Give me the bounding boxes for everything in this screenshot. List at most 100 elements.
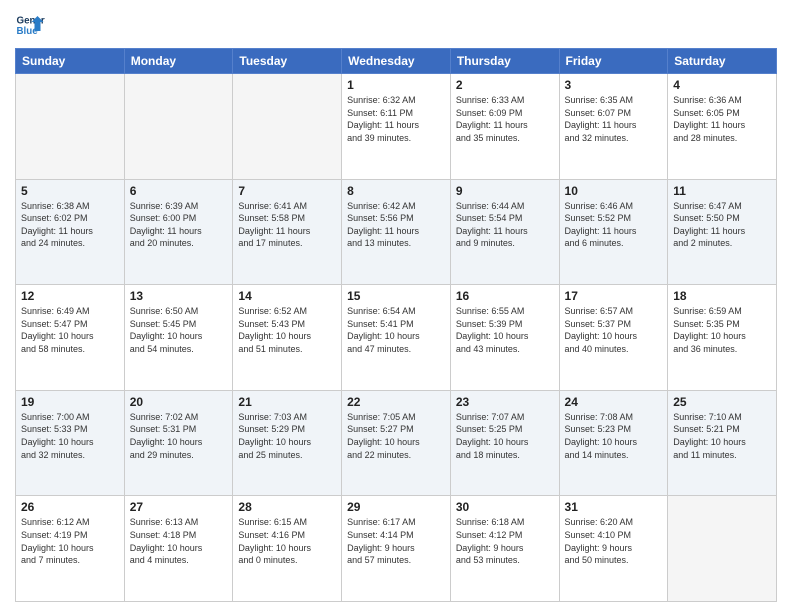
day-info: Sunrise: 7:03 AM Sunset: 5:29 PM Dayligh… [238,411,336,461]
day-info: Sunrise: 6:12 AM Sunset: 4:19 PM Dayligh… [21,516,119,566]
weekday-header-thursday: Thursday [450,49,559,74]
day-number: 22 [347,395,445,409]
weekday-header-row: SundayMondayTuesdayWednesdayThursdayFrid… [16,49,777,74]
calendar-cell: 23Sunrise: 7:07 AM Sunset: 5:25 PM Dayli… [450,390,559,496]
calendar-cell [233,74,342,180]
calendar-cell: 7Sunrise: 6:41 AM Sunset: 5:58 PM Daylig… [233,179,342,285]
calendar-cell [16,74,125,180]
calendar-cell: 18 Sunrise: 6:59 AM Sunset: 5:35 PM Dayli… [668,285,777,391]
day-info: Sunrise: 6:57 AM Sunset: 5:37 PM Dayligh… [565,305,663,355]
calendar-cell: 16Sunrise: 6:55 AM Sunset: 5:39 PM Dayli… [450,285,559,391]
calendar-cell: 1 Sunrise: 6:32 AM Sunset: 6:11 PM Daylig… [342,74,451,180]
calendar-cell: 27 Sunrise: 6:13 AM Sunset: 4:18 PM Dayli… [124,496,233,602]
day-number: 17 [565,289,663,303]
calendar-week-4: 26 Sunrise: 6:12 AM Sunset: 4:19 PM Dayli… [16,496,777,602]
calendar-cell: 25Sunrise: 7:10 AM Sunset: 5:21 PM Dayli… [668,390,777,496]
day-info: Sunrise: 6:50 AM Sunset: 5:45 PM Dayligh… [130,305,228,355]
calendar-cell: 24 Sunrise: 7:08 AM Sunset: 5:23 PM Dayli… [559,390,668,496]
calendar-cell: 22 Sunrise: 7:05 AM Sunset: 5:27 PM Dayli… [342,390,451,496]
day-info: Sunrise: 7:07 AM Sunset: 5:25 PM Dayligh… [456,411,554,461]
day-info: Sunrise: 7:00 AM Sunset: 5:33 PM Dayligh… [21,411,119,461]
calendar-cell: 15 Sunrise: 6:54 AM Sunset: 5:41 PM Dayli… [342,285,451,391]
weekday-header-tuesday: Tuesday [233,49,342,74]
day-info: Sunrise: 6:17 AM Sunset: 4:14 PM Dayligh… [347,516,445,566]
day-info: Sunrise: 6:36 AM Sunset: 6:05 PM Dayligh… [673,94,771,144]
calendar-cell: 9Sunrise: 6:44 AM Sunset: 5:54 PM Daylig… [450,179,559,285]
day-number: 5 [21,184,119,198]
day-number: 12 [21,289,119,303]
calendar-cell: 8Sunrise: 6:42 AM Sunset: 5:56 PM Daylig… [342,179,451,285]
header: General Blue [15,10,777,40]
day-number: 4 [673,78,771,92]
day-number: 10 [565,184,663,198]
day-info: Sunrise: 6:54 AM Sunset: 5:41 PM Dayligh… [347,305,445,355]
calendar-cell [668,496,777,602]
calendar-week-1: 5 Sunrise: 6:38 AM Sunset: 6:02 PM Daylig… [16,179,777,285]
day-info: Sunrise: 6:55 AM Sunset: 5:39 PM Dayligh… [456,305,554,355]
day-number: 3 [565,78,663,92]
day-number: 28 [238,500,336,514]
calendar-cell: 19 Sunrise: 7:00 AM Sunset: 5:33 PM Dayli… [16,390,125,496]
day-number: 11 [673,184,771,198]
day-number: 19 [21,395,119,409]
day-info: Sunrise: 6:32 AM Sunset: 6:11 PM Dayligh… [347,94,445,144]
day-info: Sunrise: 6:20 AM Sunset: 4:10 PM Dayligh… [565,516,663,566]
day-number: 15 [347,289,445,303]
day-info: Sunrise: 6:44 AM Sunset: 5:54 PM Dayligh… [456,200,554,250]
calendar-cell: 10 Sunrise: 6:46 AM Sunset: 5:52 PM Dayli… [559,179,668,285]
day-number: 26 [21,500,119,514]
calendar-cell: 4 Sunrise: 6:36 AM Sunset: 6:05 PM Daylig… [668,74,777,180]
day-number: 1 [347,78,445,92]
calendar-cell: 13 Sunrise: 6:50 AM Sunset: 5:45 PM Dayli… [124,285,233,391]
logo: General Blue [15,10,49,40]
calendar-cell: 17 Sunrise: 6:57 AM Sunset: 5:37 PM Dayli… [559,285,668,391]
day-info: Sunrise: 7:02 AM Sunset: 5:31 PM Dayligh… [130,411,228,461]
page: General Blue SundayMondayTuesdayWednesda… [0,0,792,612]
day-info: Sunrise: 6:59 AM Sunset: 5:35 PM Dayligh… [673,305,771,355]
day-number: 27 [130,500,228,514]
day-number: 24 [565,395,663,409]
day-info: Sunrise: 6:39 AM Sunset: 6:00 PM Dayligh… [130,200,228,250]
calendar-week-2: 12 Sunrise: 6:49 AM Sunset: 5:47 PM Dayli… [16,285,777,391]
calendar-cell: 11 Sunrise: 6:47 AM Sunset: 5:50 PM Dayli… [668,179,777,285]
day-number: 8 [347,184,445,198]
calendar-cell: 3 Sunrise: 6:35 AM Sunset: 6:07 PM Daylig… [559,74,668,180]
day-number: 18 [673,289,771,303]
day-number: 14 [238,289,336,303]
day-number: 6 [130,184,228,198]
day-info: Sunrise: 6:18 AM Sunset: 4:12 PM Dayligh… [456,516,554,566]
weekday-header-monday: Monday [124,49,233,74]
day-info: Sunrise: 6:35 AM Sunset: 6:07 PM Dayligh… [565,94,663,144]
calendar-cell: 26 Sunrise: 6:12 AM Sunset: 4:19 PM Dayli… [16,496,125,602]
day-number: 31 [565,500,663,514]
calendar-cell [124,74,233,180]
calendar-cell: 5 Sunrise: 6:38 AM Sunset: 6:02 PM Daylig… [16,179,125,285]
calendar-cell: 28Sunrise: 6:15 AM Sunset: 4:16 PM Dayli… [233,496,342,602]
calendar-cell: 12 Sunrise: 6:49 AM Sunset: 5:47 PM Dayli… [16,285,125,391]
day-info: Sunrise: 7:08 AM Sunset: 5:23 PM Dayligh… [565,411,663,461]
day-info: Sunrise: 7:10 AM Sunset: 5:21 PM Dayligh… [673,411,771,461]
calendar-cell: 31 Sunrise: 6:20 AM Sunset: 4:10 PM Dayli… [559,496,668,602]
weekday-header-wednesday: Wednesday [342,49,451,74]
day-info: Sunrise: 6:52 AM Sunset: 5:43 PM Dayligh… [238,305,336,355]
day-number: 13 [130,289,228,303]
day-info: Sunrise: 6:13 AM Sunset: 4:18 PM Dayligh… [130,516,228,566]
day-info: Sunrise: 7:05 AM Sunset: 5:27 PM Dayligh… [347,411,445,461]
calendar-cell: 21 Sunrise: 7:03 AM Sunset: 5:29 PM Dayli… [233,390,342,496]
day-info: Sunrise: 6:38 AM Sunset: 6:02 PM Dayligh… [21,200,119,250]
calendar-week-0: 1 Sunrise: 6:32 AM Sunset: 6:11 PM Daylig… [16,74,777,180]
calendar-cell: 20 Sunrise: 7:02 AM Sunset: 5:31 PM Dayli… [124,390,233,496]
day-info: Sunrise: 6:49 AM Sunset: 5:47 PM Dayligh… [21,305,119,355]
calendar-table: SundayMondayTuesdayWednesdayThursdayFrid… [15,48,777,602]
weekday-header-sunday: Sunday [16,49,125,74]
day-info: Sunrise: 6:46 AM Sunset: 5:52 PM Dayligh… [565,200,663,250]
day-info: Sunrise: 6:47 AM Sunset: 5:50 PM Dayligh… [673,200,771,250]
day-number: 30 [456,500,554,514]
day-number: 21 [238,395,336,409]
calendar-week-3: 19 Sunrise: 7:00 AM Sunset: 5:33 PM Dayli… [16,390,777,496]
day-number: 20 [130,395,228,409]
calendar-cell: 6 Sunrise: 6:39 AM Sunset: 6:00 PM Daylig… [124,179,233,285]
day-number: 2 [456,78,554,92]
day-info: Sunrise: 6:41 AM Sunset: 5:58 PM Dayligh… [238,200,336,250]
weekday-header-saturday: Saturday [668,49,777,74]
